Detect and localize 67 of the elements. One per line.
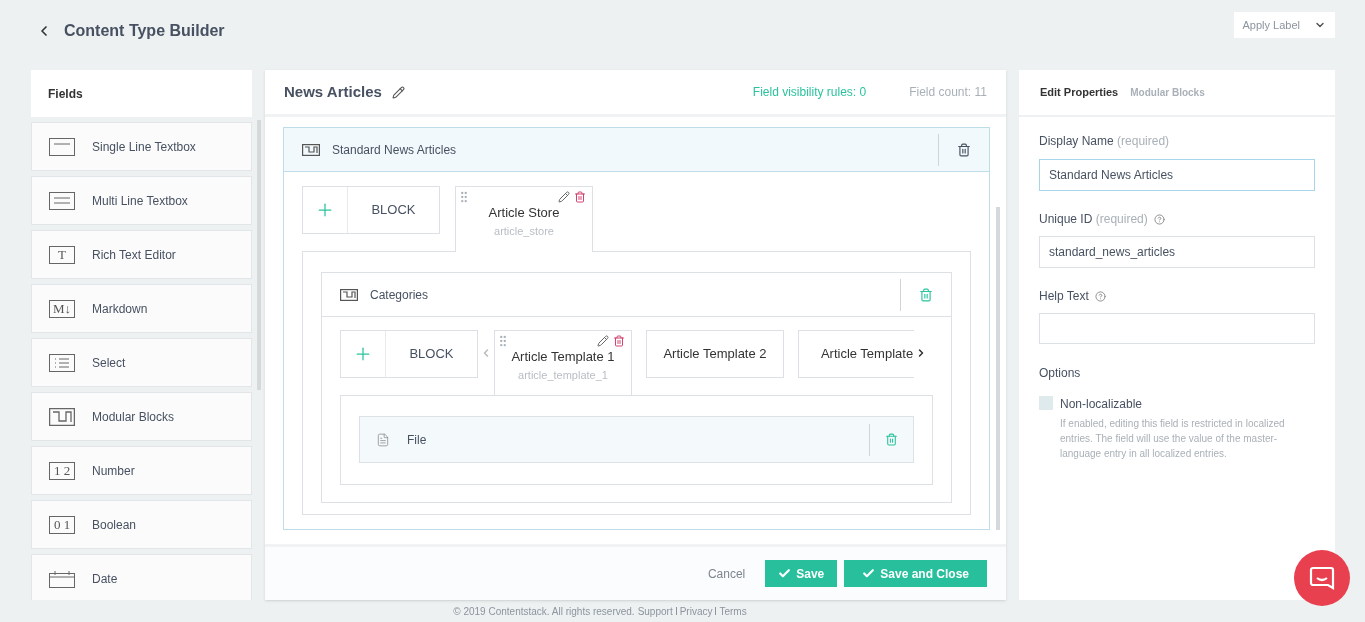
block-icon <box>49 407 75 426</box>
edit-icon[interactable] <box>558 191 570 203</box>
calendar-icon <box>49 569 75 588</box>
block-title: Categories <box>370 286 430 304</box>
field-title: File <box>407 431 428 449</box>
fields-panel-header: Fields <box>31 70 252 117</box>
tab-uid: article_template_1 <box>518 367 608 383</box>
field-type-item[interactable]: T Rich Text Editor <box>31 230 252 279</box>
checkbox[interactable] <box>1039 396 1053 410</box>
unique-id-input[interactable]: standard_news_articles <box>1039 236 1315 268</box>
edit-icon[interactable] <box>391 85 405 99</box>
textbox-icon <box>49 137 75 156</box>
field-type-item[interactable]: 1 2 Number <box>31 446 252 495</box>
field-type-item[interactable]: Modular Blocks <box>31 392 252 441</box>
field-type-icon: 1 2 <box>49 461 75 480</box>
panel-subtitle: Modular Blocks <box>1130 86 1205 100</box>
field-label: Unique ID (required) <box>1039 211 1148 228</box>
scrollbar[interactable] <box>256 120 261 390</box>
field-type-item[interactable]: M↓ Markdown <box>31 284 252 333</box>
panel-title: Edit Properties <box>1040 85 1119 101</box>
field-type-icon: T <box>49 245 75 264</box>
field-type-icon: 0 1 <box>49 515 75 534</box>
block-tab[interactable]: Article Template 1 article_template_1 <box>494 330 632 395</box>
block-tab[interactable]: Article Store article_store <box>455 186 593 252</box>
delete-icon[interactable] <box>613 335 625 347</box>
tab-title: Article Template 1 <box>511 348 615 366</box>
textarea-icon <box>49 191 75 210</box>
field-type-item[interactable]: Date <box>31 554 252 600</box>
chat-button[interactable] <box>1294 550 1350 606</box>
field-type-item[interactable]: 0 1 Boolean <box>31 500 252 549</box>
page-title: Content Type Builder <box>64 21 225 41</box>
delete-icon[interactable] <box>957 142 971 157</box>
field-type-item[interactable]: Multi Line Textbox <box>31 176 252 225</box>
help-icon[interactable] <box>1153 213 1165 225</box>
block-title: Standard News Articles <box>332 141 458 159</box>
field-type-item[interactable]: Select <box>31 338 252 387</box>
check-icon <box>862 567 876 580</box>
scrollbar[interactable] <box>996 207 1000 530</box>
block-icon <box>302 143 320 156</box>
file-icon <box>376 432 390 447</box>
edit-icon[interactable] <box>597 335 609 347</box>
copyright-text: © 2019 Contentstack. All rights reserved. <box>453 604 635 619</box>
tab-title: Article Store <box>488 204 560 222</box>
display-name-input[interactable]: Standard News Articles <box>1039 159 1315 191</box>
field-count: Field count: 11 <box>909 84 987 101</box>
tab-uid: article_store <box>494 223 554 239</box>
help-icon[interactable] <box>1094 290 1106 302</box>
add-block-button[interactable]: BLOCK <box>340 330 478 378</box>
block-tab[interactable]: Article Template <box>798 330 914 378</box>
help-text-input[interactable] <box>1039 313 1315 344</box>
block-icon <box>340 288 358 301</box>
block-tab[interactable]: Article Template 2 <box>646 330 784 378</box>
option-description: If enabled, editing this field is restricted in localized entries. The field will use the value of the master-language entry in all localized entries. <box>1060 417 1286 461</box>
option-label: Non-localizable <box>1060 396 1144 413</box>
chat-icon <box>1309 566 1335 590</box>
delete-icon[interactable] <box>574 191 586 203</box>
content-type-title: News Articles <box>284 81 382 102</box>
check-icon <box>778 567 792 580</box>
file-field-row[interactable]: File <box>359 416 914 463</box>
field-label: Display Name (required) <box>1039 133 1171 150</box>
add-block-button[interactable]: BLOCK <box>302 186 440 234</box>
field-label: Help Text <box>1039 288 1089 305</box>
field-type-icon: M↓ <box>49 299 75 318</box>
cancel-button[interactable]: Cancel <box>707 564 746 583</box>
field-type-item[interactable]: Single Line Textbox <box>31 122 252 171</box>
options-title: Options <box>1039 365 1082 382</box>
list-icon <box>49 353 75 372</box>
